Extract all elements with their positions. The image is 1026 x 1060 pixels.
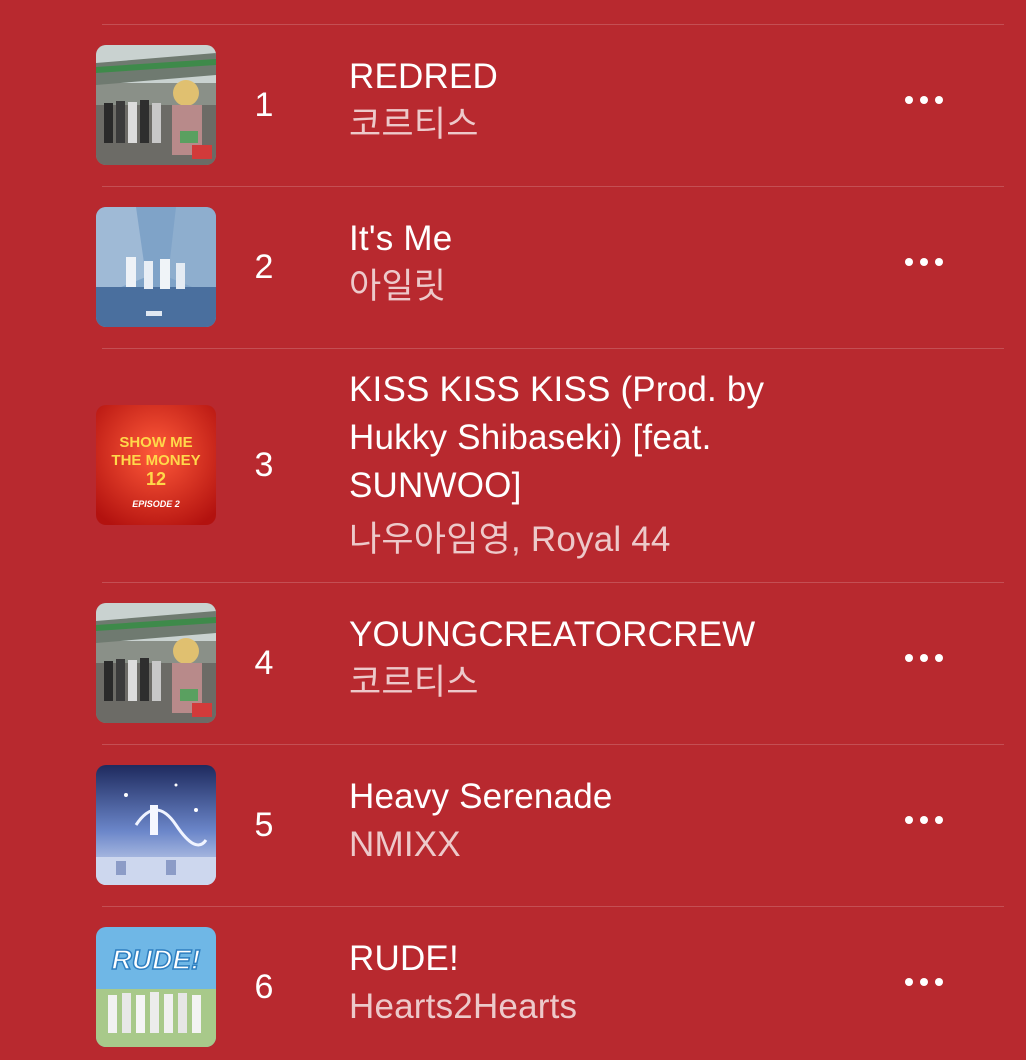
more-options-button[interactable] xyxy=(894,88,954,112)
track-text: REDRED 코르티스 xyxy=(349,53,829,149)
more-options-button[interactable] xyxy=(894,808,954,832)
artwork-line1: SHOW ME xyxy=(119,434,192,451)
track-title[interactable]: Heavy Serenade xyxy=(349,773,829,821)
track-text: RUDE! Hearts2Hearts xyxy=(349,935,829,1031)
rank-number: 3 xyxy=(254,446,274,484)
track-artist[interactable]: 나우아임영, Royal 44 xyxy=(349,516,829,564)
track-row-4[interactable]: 4 YOUNGCREATORCREW 코르티스 xyxy=(0,583,1026,744)
track-row-6[interactable]: RUDE! 6 RUDE! Hearts2Hearts xyxy=(0,907,1026,1060)
album-art-alley-dancers-icon xyxy=(96,207,216,327)
rank-number: 2 xyxy=(254,248,274,286)
track-title[interactable]: RUDE! xyxy=(349,935,829,983)
track-title-line[interactable]: KISS KISS KISS (Prod. by xyxy=(349,366,829,414)
artwork-line3: 12 xyxy=(146,469,166,489)
track-text: It's Me 아일릿 xyxy=(349,215,829,311)
ellipsis-icon xyxy=(935,96,943,104)
track-row-5[interactable]: 5 Heavy Serenade NMIXX xyxy=(0,745,1026,906)
track-artist[interactable]: 코르티스 xyxy=(349,659,829,707)
track-title[interactable]: REDRED xyxy=(349,53,829,101)
ellipsis-icon xyxy=(920,258,928,266)
track-row-3[interactable]: SHOW ME THE MONEY 12 EPISODE 2 3 KISS KI… xyxy=(0,349,1026,582)
ellipsis-icon xyxy=(935,978,943,986)
ellipsis-icon xyxy=(935,654,943,662)
artwork-line4: EPISODE 2 xyxy=(132,499,180,509)
ellipsis-icon xyxy=(920,654,928,662)
ellipsis-icon xyxy=(935,816,943,824)
more-options-button[interactable] xyxy=(894,646,954,670)
ellipsis-icon xyxy=(905,654,913,662)
ellipsis-icon xyxy=(905,978,913,986)
more-options-button[interactable] xyxy=(894,970,954,994)
track-title-line[interactable]: SUNWOO] xyxy=(349,462,829,510)
ellipsis-icon xyxy=(920,96,928,104)
track-row-2[interactable]: 2 It's Me 아일릿 xyxy=(0,187,1026,348)
chart-track-list: 1 REDRED 코르티스 2 It's Me 아일릿 SHOW ME THE … xyxy=(0,0,1026,1060)
album-art-blue-sky-icon xyxy=(96,765,216,885)
ellipsis-icon xyxy=(920,978,928,986)
rank-number: 5 xyxy=(254,806,274,844)
track-row-1[interactable]: 1 REDRED 코르티스 xyxy=(0,25,1026,186)
ellipsis-icon xyxy=(935,258,943,266)
track-artist[interactable]: Hearts2Hearts xyxy=(349,983,829,1031)
track-title[interactable]: YOUNGCREATORCREW xyxy=(349,611,829,659)
ellipsis-icon xyxy=(920,816,928,824)
track-title[interactable]: It's Me xyxy=(349,215,829,263)
ellipsis-icon xyxy=(905,96,913,104)
ellipsis-icon xyxy=(905,258,913,266)
more-options-button[interactable] xyxy=(894,250,954,274)
rank-number: 1 xyxy=(254,86,274,124)
album-art-street-group-icon xyxy=(96,45,216,165)
track-text: YOUNGCREATORCREW 코르티스 xyxy=(349,611,829,707)
artwork-line2: THE MONEY xyxy=(111,452,200,469)
track-text: Heavy Serenade NMIXX xyxy=(349,773,829,869)
album-art-rude-logo-icon: RUDE! xyxy=(96,927,216,1047)
track-text: KISS KISS KISS (Prod. by Hukky Shibaseki… xyxy=(349,366,829,564)
track-title-line[interactable]: Hukky Shibaseki) [feat. xyxy=(349,414,829,462)
album-art-show-me-the-money-icon: SHOW ME THE MONEY 12 EPISODE 2 xyxy=(96,405,216,525)
album-art-street-group-icon xyxy=(96,603,216,723)
track-artist[interactable]: 코르티스 xyxy=(349,101,829,149)
track-artist[interactable]: NMIXX xyxy=(349,821,829,869)
ellipsis-icon xyxy=(905,816,913,824)
rank-number: 4 xyxy=(254,644,274,682)
rank-number: 6 xyxy=(254,968,274,1006)
track-artist[interactable]: 아일릿 xyxy=(349,263,829,311)
artwork-logo: RUDE! xyxy=(112,944,201,975)
